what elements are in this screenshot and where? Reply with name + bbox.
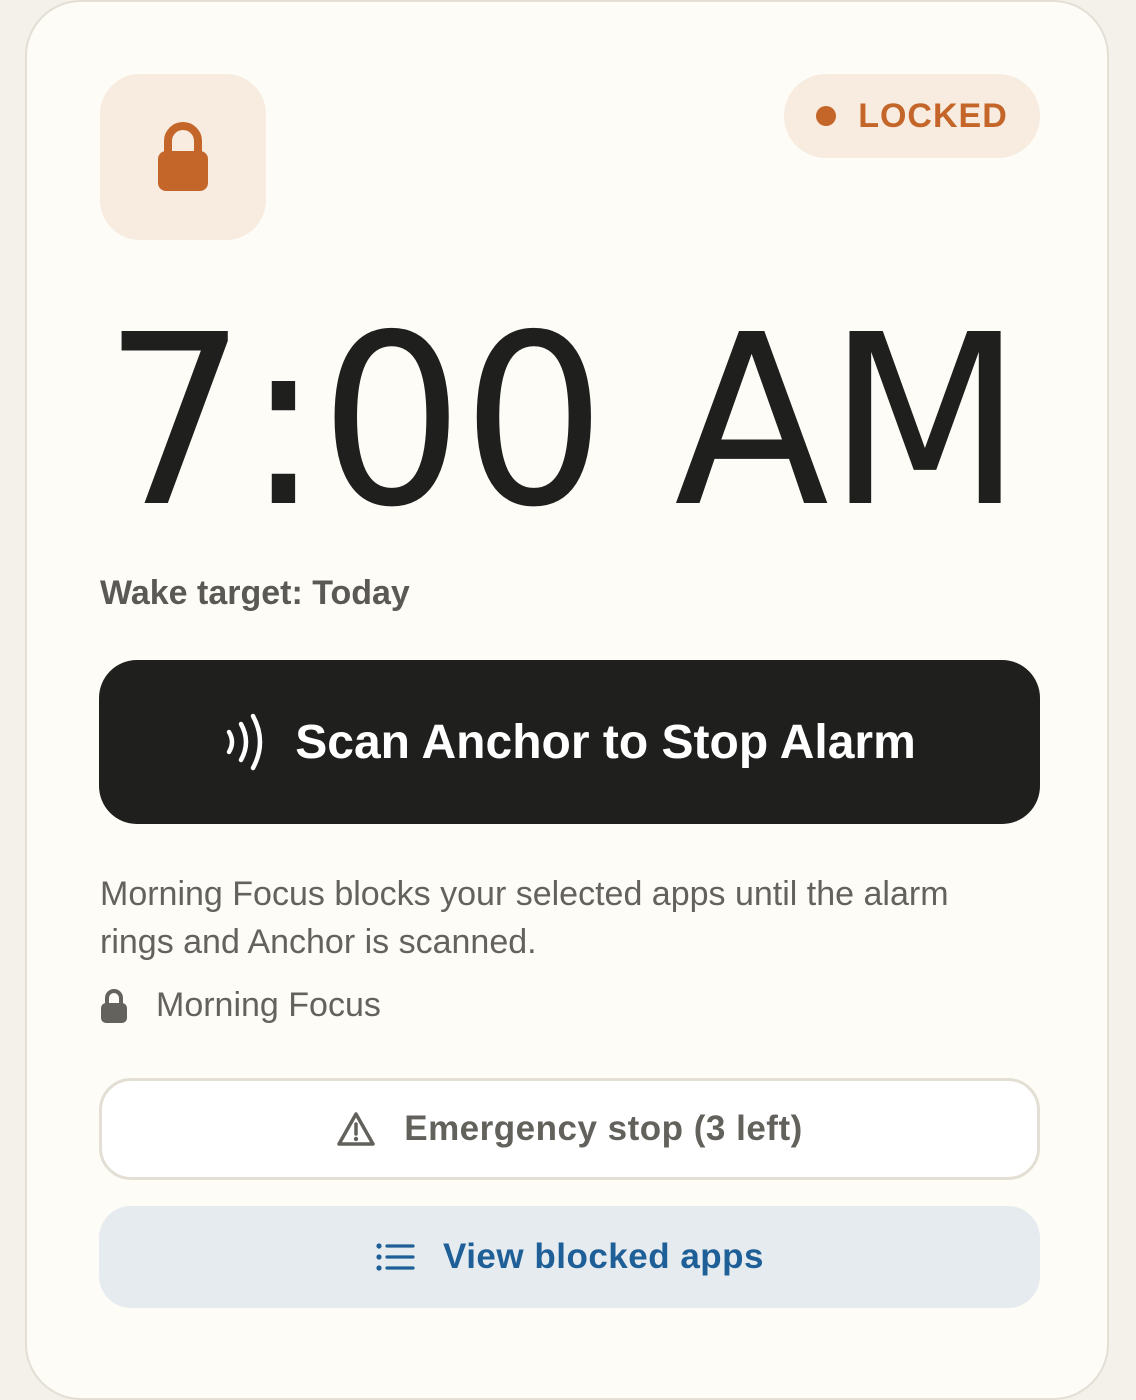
status-label: LOCKED xyxy=(858,96,1008,135)
lock-icon xyxy=(100,988,128,1024)
warning-triangle-icon xyxy=(336,1111,376,1147)
emergency-stop-label: Emergency stop (3 left) xyxy=(404,1109,803,1148)
lock-icon xyxy=(156,121,210,193)
status-dot-icon xyxy=(816,106,837,126)
emergency-stop-button[interactable]: Emergency stop (3 left) xyxy=(99,1078,1040,1180)
wake-target: Wake target: Today xyxy=(100,574,410,612)
scan-anchor-label: Scan Anchor to Stop Alarm xyxy=(295,715,916,769)
nfc-wave-icon xyxy=(223,710,267,774)
scan-anchor-button[interactable]: Scan Anchor to Stop Alarm xyxy=(99,660,1040,824)
view-blocked-apps-button[interactable]: View blocked apps xyxy=(99,1206,1040,1308)
alarm-time: 7:00 AM xyxy=(103,284,1023,559)
focus-mode-label: Morning Focus xyxy=(156,986,381,1024)
list-icon xyxy=(375,1242,415,1272)
focus-description: Morning Focus blocks your selected apps … xyxy=(100,875,949,961)
view-blocked-apps-label: View blocked apps xyxy=(442,1237,765,1276)
lock-tile xyxy=(100,74,266,240)
status-badge: LOCKED xyxy=(784,74,1040,158)
focus-mode-row: Morning Focus xyxy=(100,986,381,1025)
alarm-card: LOCKED 7:00 AM Wake target: Today Scan A… xyxy=(25,0,1109,1400)
